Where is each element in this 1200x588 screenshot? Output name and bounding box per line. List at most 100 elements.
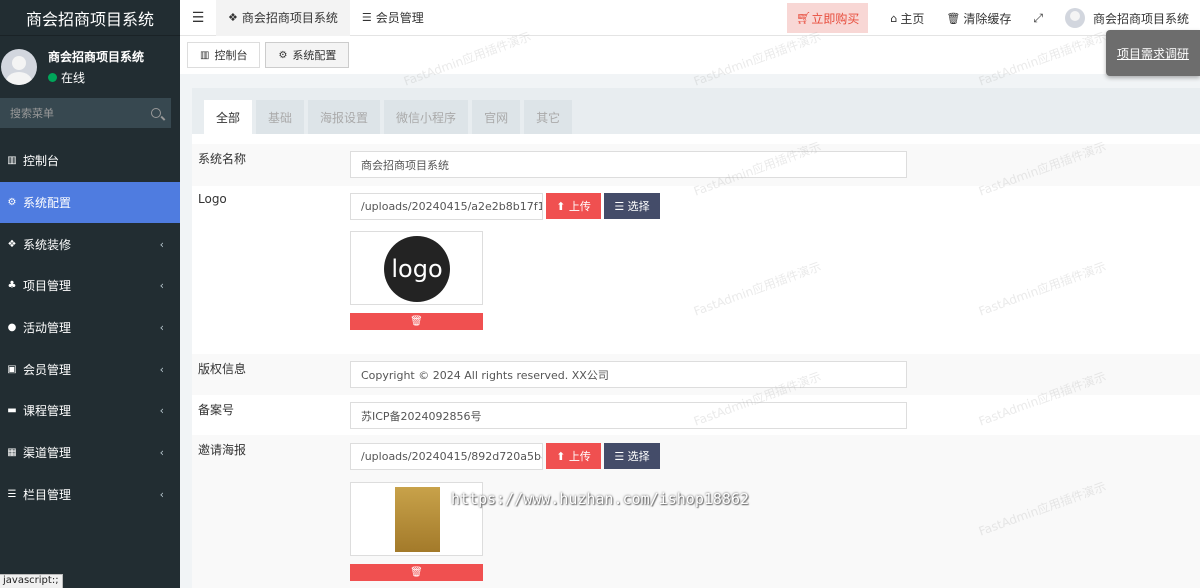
page-tab-label: 控制台	[214, 49, 248, 62]
url-overlay-text: https://www.huzhan.com/ishop18862	[451, 490, 750, 508]
user-menu-label: 商会招商项目系统	[1092, 11, 1189, 26]
sidebar-item-dashboard[interactable]: ▥ 控制台	[0, 140, 180, 182]
app-logo-title[interactable]: 商会招商项目系统	[0, 0, 180, 36]
online-dot-icon	[48, 73, 57, 82]
logo-path-input[interactable]: /uploads/20240415/a2e2b8b17f18f72	[350, 193, 543, 220]
tab-wechat-miniprogram[interactable]: 微信小程序	[384, 100, 469, 134]
sidebar-item-system-config[interactable]: ⚙ 系统配置	[0, 181, 180, 224]
logo-image: logo	[384, 236, 450, 302]
trash-icon: 🗑︎	[410, 567, 423, 578]
user-name: 商会招商项目系统	[48, 50, 145, 64]
user-panel: 商会招商项目系统 在线	[0, 36, 180, 98]
chevron-left-icon: ‹	[159, 362, 164, 376]
sidebar-item-activities[interactable]: ● 活动管理 ‹	[0, 307, 180, 349]
sidebar-item-label: 课程管理	[23, 404, 72, 419]
cart-icon: 🛒︎	[796, 11, 812, 25]
chevron-left-icon: ‹	[159, 321, 164, 335]
tab-label: 会员管理	[375, 11, 424, 25]
config-panel: 全部 基础 海报设置 微信小程序 官网 其它 系统名称 商会招商项目系统 Log…	[192, 88, 1200, 588]
home-label: 主页	[900, 11, 925, 26]
tab-home-system[interactable]: ❖ 商会招商项目系统	[216, 0, 350, 36]
page-tab-system-config[interactable]: ⚙ 系统配置	[265, 42, 350, 68]
logo-upload-button[interactable]: ⬆︎ 上传	[546, 193, 601, 219]
lock-icon: ▣	[7, 363, 17, 375]
list-icon: ☰	[614, 199, 628, 213]
config-tabs: 全部 基础 海报设置 微信小程序 官网 其它	[192, 88, 1200, 134]
home-link[interactable]: ⌂ 主页	[879, 0, 935, 36]
cogs-icon: ⚙	[7, 197, 17, 209]
sidebar-item-label: 项目管理	[23, 279, 72, 294]
top-navbar: ☰ ❖ 商会招商项目系统 ☰ 会员管理 🛒︎ 立即购买 ⌂ 主页 🗑︎ 清除缓存…	[180, 0, 1200, 36]
clear-cache-button[interactable]: 🗑︎ 清除缓存	[935, 0, 1022, 36]
list-icon: ☰	[7, 488, 17, 500]
upload-label: 上传	[568, 200, 591, 213]
copyright-input[interactable]: Copyright © 2024 All rights reserved. XX…	[350, 361, 907, 388]
icp-input[interactable]: 苏ICP备2024092856号	[350, 402, 907, 429]
tab-basic[interactable]: 基础	[256, 100, 305, 134]
tab-website[interactable]: 官网	[472, 100, 521, 134]
sidebar-item-label: 活动管理	[23, 321, 72, 336]
site-name-label: 系统名称	[198, 152, 247, 166]
info-icon: ●	[7, 322, 17, 334]
sidebar-item-courses[interactable]: ▬ 课程管理 ‹	[0, 390, 180, 432]
form-row-logo: Logo /uploads/20240415/a2e2b8b17f18f72 ⬆…	[192, 186, 1200, 346]
page-tab-label: 系统配置	[292, 49, 337, 62]
page-tab-dashboard[interactable]: ▥ 控制台	[187, 42, 261, 68]
sidebar-item-channels[interactable]: ▦ 渠道管理 ‹	[0, 432, 180, 474]
sidebar-menu: ▥ 控制台 ⚙ 系统配置 ❖ 系统装修 ‹ ♣ 项目管理 ‹ ● 活动管理 ‹ …	[0, 140, 180, 515]
trash-icon: 🗑︎	[410, 316, 423, 327]
poster-label: 邀请海报	[198, 443, 247, 457]
sidebar-item-label: 系统配置	[23, 196, 72, 211]
sidebar: 商会招商项目系统 商会招商项目系统 在线 搜索菜单 ▥ 控制台 ⚙ 系统配置 ❖…	[0, 0, 180, 588]
poster-select-button[interactable]: ☰ 选择	[604, 443, 660, 469]
upload-icon: ⬆︎	[556, 199, 569, 213]
chevron-left-icon: ‹	[159, 487, 164, 501]
user-status: 在线	[48, 69, 144, 86]
tab-label: 商会招商项目系统	[241, 11, 338, 25]
tab-other[interactable]: 其它	[524, 100, 573, 134]
sidebar-item-columns[interactable]: ☰ 栏目管理 ‹	[0, 474, 180, 516]
poster-path-input[interactable]: /uploads/20240415/892d720a5b827	[350, 443, 543, 470]
form-row-site-name: 系统名称 商会招商项目系统	[192, 144, 1200, 186]
search-icon[interactable]	[151, 108, 161, 118]
chevron-left-icon: ‹	[159, 279, 164, 293]
fullscreen-icon[interactable]: ⤢	[1022, 0, 1054, 36]
sidebar-item-label: 控制台	[23, 154, 60, 169]
logo-select-button[interactable]: ☰ 选择	[604, 193, 660, 219]
avatar	[1064, 8, 1085, 28]
grid-icon: ▦	[7, 447, 17, 459]
sidebar-item-projects[interactable]: ♣ 项目管理 ‹	[0, 265, 180, 307]
tab-all[interactable]: 全部	[204, 100, 253, 134]
project-survey-button[interactable]: 项目需求调研	[1106, 30, 1200, 76]
tab-poster-settings[interactable]: 海报设置	[308, 100, 381, 134]
select-label: 选择	[627, 450, 650, 463]
trash-icon: 🗑︎	[946, 11, 961, 25]
buy-now-label: 立即购买	[811, 11, 860, 26]
upload-icon: ⬆︎	[556, 449, 569, 463]
buy-now-button[interactable]: 🛒︎ 立即购买	[787, 3, 869, 33]
menu-search-placeholder: 搜索菜单	[10, 107, 54, 120]
sitemap-icon: ♣	[7, 280, 17, 292]
sidebar-item-decoration[interactable]: ❖ 系统装修 ‹	[0, 223, 180, 265]
site-name-input[interactable]: 商会招商项目系统	[350, 151, 907, 178]
status-tooltip: javascript:;	[0, 574, 63, 588]
sidebar-item-members[interactable]: ▣ 会员管理 ‹	[0, 348, 180, 390]
list-icon: ☰	[614, 449, 628, 463]
home-icon: ⌂	[890, 11, 898, 25]
tab-members[interactable]: ☰ 会员管理	[350, 0, 436, 36]
menu-toggle-icon[interactable]: ☰	[180, 10, 216, 26]
bar-chart-icon: ▥	[7, 155, 17, 167]
bar-chart-icon: ▥	[200, 49, 210, 61]
form-row-poster: 邀请海报 /uploads/20240415/892d720a5b827 ⬆︎ …	[192, 435, 1200, 588]
clear-cache-label: 清除缓存	[963, 11, 1012, 26]
user-status-label: 在线	[61, 71, 86, 85]
cubes-icon: ❖	[7, 238, 17, 250]
chevron-left-icon: ‹	[159, 404, 164, 418]
menu-search-input[interactable]: 搜索菜单	[0, 98, 171, 128]
form-row-copyright: 版权信息 Copyright © 2024 All rights reserve…	[192, 354, 1200, 395]
logo-delete-button[interactable]: 🗑︎	[350, 313, 483, 330]
page-tabs-bar: ▥ 控制台 ⚙ 系统配置	[180, 36, 1200, 74]
copyright-label: 版权信息	[198, 362, 247, 376]
poster-upload-button[interactable]: ⬆︎ 上传	[546, 443, 601, 469]
poster-delete-button[interactable]: 🗑︎	[350, 564, 483, 581]
